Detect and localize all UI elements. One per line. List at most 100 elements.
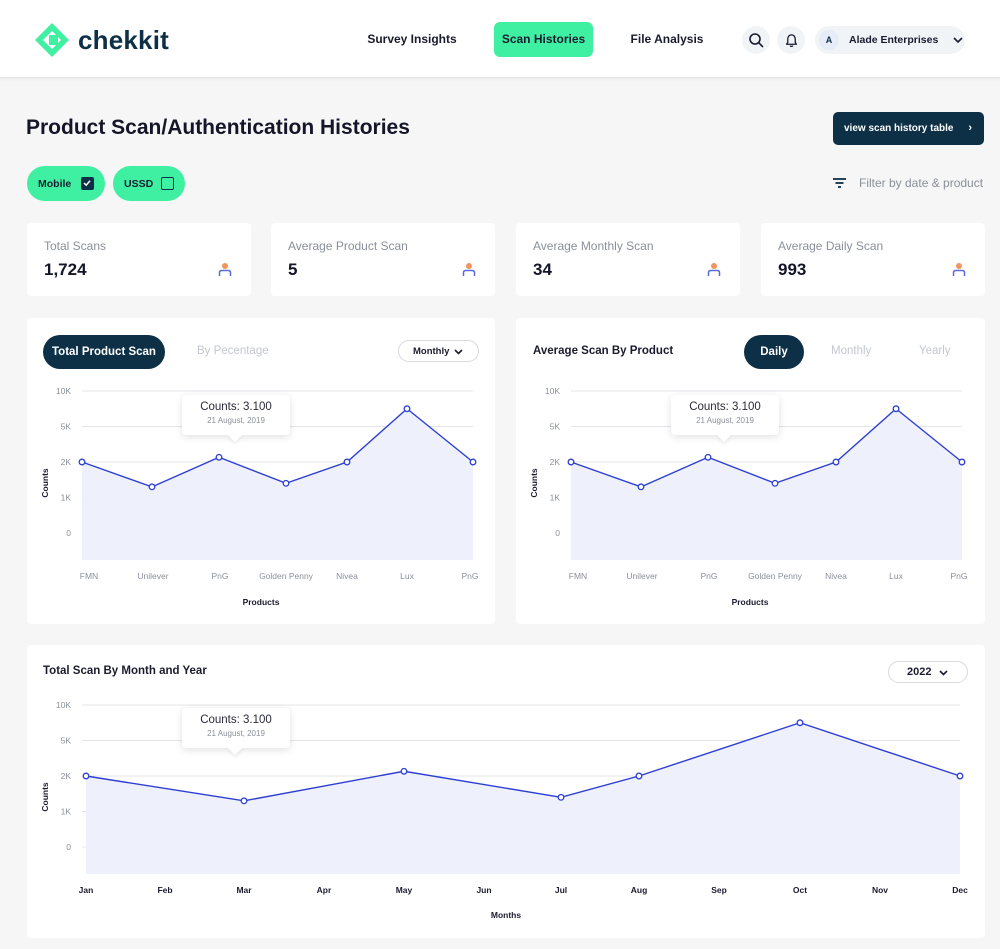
data-point: [956, 772, 964, 780]
x-axis-title: Months: [491, 910, 521, 920]
data-point: [892, 405, 900, 413]
tooltip-date: 21 August, 2019: [207, 729, 265, 738]
checkbox-unchecked[interactable]: [161, 177, 174, 190]
data-point: [343, 458, 351, 466]
nav-survey-insights[interactable]: Survey Insights: [358, 22, 466, 57]
data-point: [282, 479, 290, 487]
filter-button[interactable]: Filter by date & product: [832, 176, 983, 190]
y-tick-label: 0: [66, 842, 71, 852]
y-axis-title: Counts: [40, 782, 50, 812]
tooltip-title: Counts: 3.100: [200, 714, 272, 726]
stat-label: Average Monthly Scan: [533, 239, 654, 253]
data-point: [796, 719, 804, 727]
y-tick-label: 10K: [56, 386, 71, 396]
chekkit-logo-mark-icon: [35, 23, 69, 57]
data-point: [400, 767, 408, 775]
channel-toggle-mobile[interactable]: Mobile: [27, 166, 105, 201]
stat-label: Average Daily Scan: [778, 239, 884, 253]
data-point: [148, 483, 156, 491]
chart-tooltip: Counts: 3.100 21 August, 2019: [671, 395, 779, 435]
x-tick-label: Apr: [317, 885, 332, 895]
user-icon: [952, 263, 966, 276]
y-tick-label: 5K: [550, 422, 561, 432]
stat-card-total-scans: Total Scans 1,724: [27, 223, 251, 296]
bell-icon: [785, 33, 797, 47]
x-tick-label: PnG: [700, 571, 717, 581]
stat-label: Total Scans: [44, 239, 107, 253]
y-tick-label: 0: [555, 528, 560, 538]
channel-label: USSD: [124, 177, 154, 190]
filter-icon: [833, 178, 846, 188]
y-tick-label: 5K: [61, 422, 72, 432]
x-tick-label: Mar: [236, 885, 252, 895]
logo-text: chekkit: [78, 24, 170, 55]
x-tick-label: FMN: [569, 571, 587, 581]
data-point: [832, 458, 840, 466]
x-tick-label: Oct: [793, 885, 807, 895]
data-point: [771, 479, 779, 487]
view-scan-history-table-button[interactable]: view scan history table ›: [833, 112, 984, 145]
stat-card-average-daily-scan: Average Daily Scan 993: [761, 223, 985, 296]
x-tick-label: Jan: [79, 885, 94, 895]
channel-label: Mobile: [38, 177, 72, 190]
search-button[interactable]: [742, 26, 770, 54]
x-tick-label: PnG: [211, 571, 228, 581]
data-point: [215, 453, 223, 461]
chart-tooltip: Counts: 3.100 21 August, 2019: [182, 708, 290, 748]
tooltip-title: Counts: 3.100: [200, 401, 272, 413]
x-tick-label: Lux: [889, 571, 903, 581]
account-menu[interactable]: A Alade Enterprises: [815, 26, 965, 54]
nav-file-analysis[interactable]: File Analysis: [624, 22, 710, 57]
x-tick-label: Golden Penny: [748, 571, 803, 581]
user-icon: [462, 263, 476, 276]
y-tick-label: 1K: [61, 807, 72, 817]
stat-card-average-monthly-scan: Average Monthly Scan 34: [516, 223, 740, 296]
data-point: [403, 405, 411, 413]
y-tick-label: 1K: [61, 493, 72, 503]
stat-value: 993: [778, 260, 807, 279]
stat-label: Average Product Scan: [288, 239, 408, 253]
x-tick-label: Unilever: [137, 571, 168, 581]
x-tick-label: Feb: [157, 885, 172, 895]
user-icon: [218, 263, 232, 276]
data-point: [469, 458, 477, 466]
stat-value: 34: [533, 260, 552, 279]
account-name: Alade Enterprises: [849, 34, 939, 46]
x-tick-label: PnG: [950, 571, 967, 581]
tooltip-date: 21 August, 2019: [696, 416, 754, 425]
x-tick-label: Unilever: [626, 571, 657, 581]
total-scan-by-month-panel: Total Scan By Month and Year 2022 10K 5K 2…: [27, 645, 985, 938]
x-tick-label: Lux: [400, 571, 414, 581]
y-tick-label: 2K: [61, 771, 72, 781]
top-navigation-bar: chekkit Survey Insights Scan Histories F…: [0, 0, 1000, 78]
filter-label: Filter by date & product: [859, 176, 984, 190]
nav-scan-histories[interactable]: Scan Histories: [494, 22, 593, 57]
data-point: [635, 772, 643, 780]
data-point: [78, 458, 86, 466]
data-point: [704, 453, 712, 461]
y-tick-label: 10K: [545, 386, 560, 396]
chart-tooltip: Counts: 3.100 21 August, 2019: [182, 395, 290, 435]
data-point: [557, 793, 565, 801]
chekkit-logo[interactable]: chekkit: [34, 22, 169, 58]
avatar: A: [819, 30, 839, 50]
checkmark-icon: [83, 180, 91, 187]
y-tick-label: 2K: [550, 457, 561, 467]
total-product-scan-panel: Total Product Scan By Pecentage Monthly …: [27, 318, 495, 624]
search-icon: [749, 33, 764, 48]
notifications-button[interactable]: [777, 26, 805, 54]
monthly-scan-area-chart: 10K 5K 2K 1K 0 Jan Feb Mar Apr May Jun Jul Aug Sep Oct…: [40, 700, 968, 920]
checkbox-checked[interactable]: [81, 177, 94, 190]
x-tick-label: Jul: [555, 885, 567, 895]
tooltip-title: Counts: 3.100: [689, 401, 761, 413]
x-tick-label: PnG: [461, 571, 478, 581]
average-scan-area-chart: 10K 5K 2K 1K 0 FMN Unilever PnG Golden Penny Nive…: [529, 386, 968, 607]
x-axis-title: Products: [732, 597, 769, 607]
x-tick-label: May: [396, 885, 413, 895]
channel-toggle-ussd[interactable]: USSD: [113, 166, 185, 201]
y-tick-label: 1K: [550, 493, 561, 503]
y-tick-label: 2K: [61, 457, 72, 467]
x-tick-label: Nivea: [336, 571, 358, 581]
data-point: [637, 483, 645, 491]
x-axis-title: Products: [243, 597, 280, 607]
